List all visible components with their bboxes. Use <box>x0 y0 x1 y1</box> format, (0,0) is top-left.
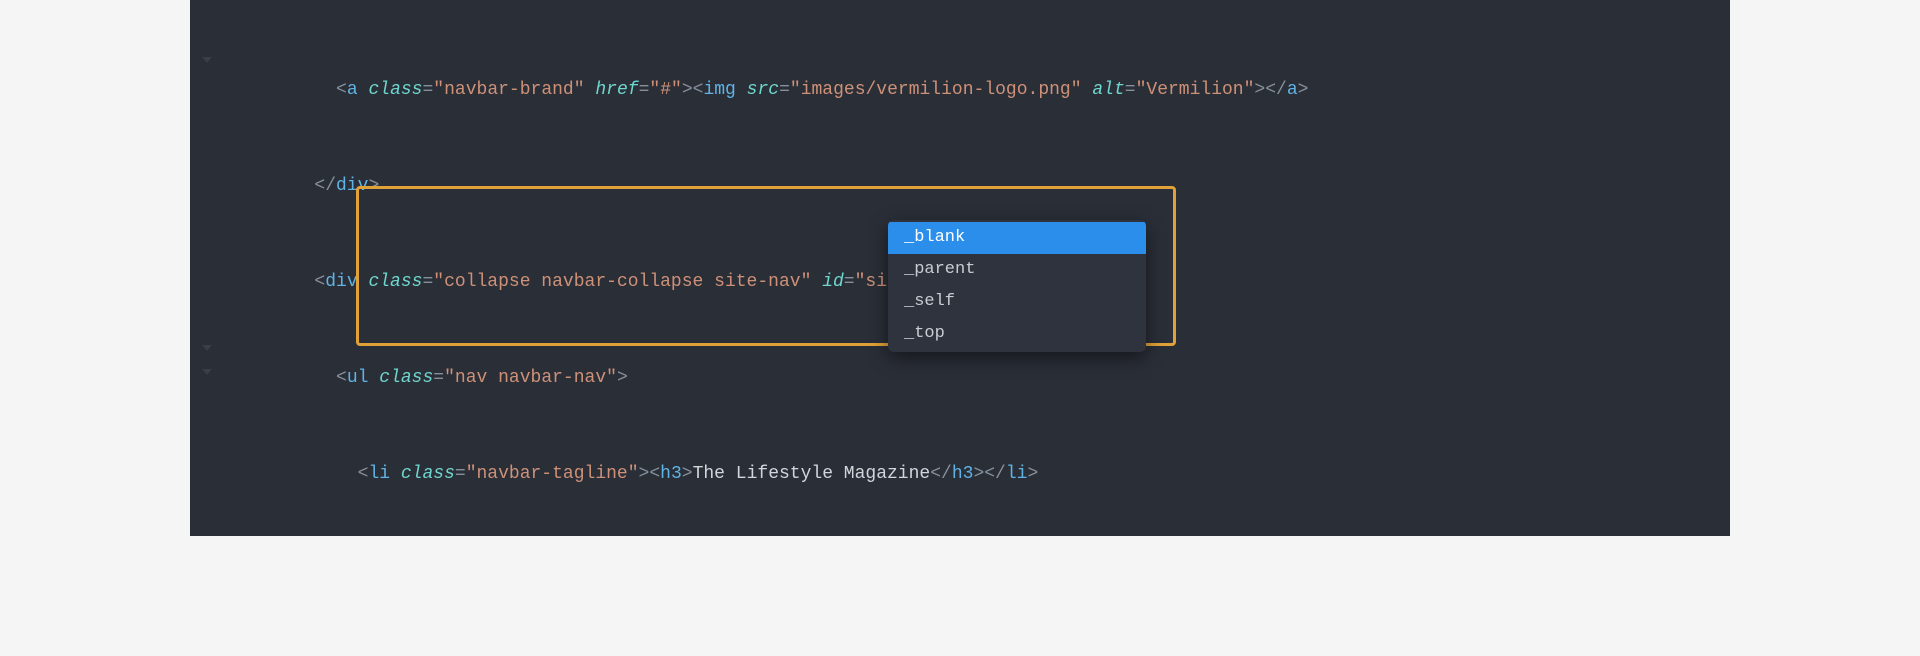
attr-value: collapse navbar-collapse site-nav <box>444 272 800 292</box>
code-line[interactable]: <a class="navbar-brand" href="#"><img sr… <box>228 78 1730 102</box>
code-line[interactable]: <ul class="nav navbar-nav"> <box>228 366 1730 390</box>
autocomplete-item[interactable]: _top <box>888 318 1146 350</box>
fold-icon[interactable] <box>202 369 212 375</box>
attr-value: navbar-brand <box>444 80 574 100</box>
attr-value: # <box>660 80 671 100</box>
autocomplete-item[interactable]: _parent <box>888 254 1146 286</box>
fold-icon[interactable] <box>202 345 212 351</box>
attr-value: images/vermilion-logo.png <box>801 80 1071 100</box>
text-content: The Lifestyle Magazine <box>693 462 931 486</box>
attr-value: nav navbar-nav <box>455 368 606 388</box>
fold-icon[interactable] <box>202 57 212 63</box>
code-line[interactable]: </div> <box>228 174 1730 198</box>
attr-value: Vermilion <box>1146 80 1243 100</box>
autocomplete-item[interactable]: _blank <box>888 222 1146 254</box>
code-line[interactable]: <li class="navbar-tagline"><h3>The Lifes… <box>228 462 1730 486</box>
attr-value: navbar-tagline <box>477 464 628 484</box>
autocomplete-popup[interactable]: _blank_parent_self_top <box>888 220 1146 352</box>
code-editor[interactable]: <a class="navbar-brand" href="#"><img sr… <box>190 0 1730 536</box>
autocomplete-item[interactable]: _self <box>888 286 1146 318</box>
